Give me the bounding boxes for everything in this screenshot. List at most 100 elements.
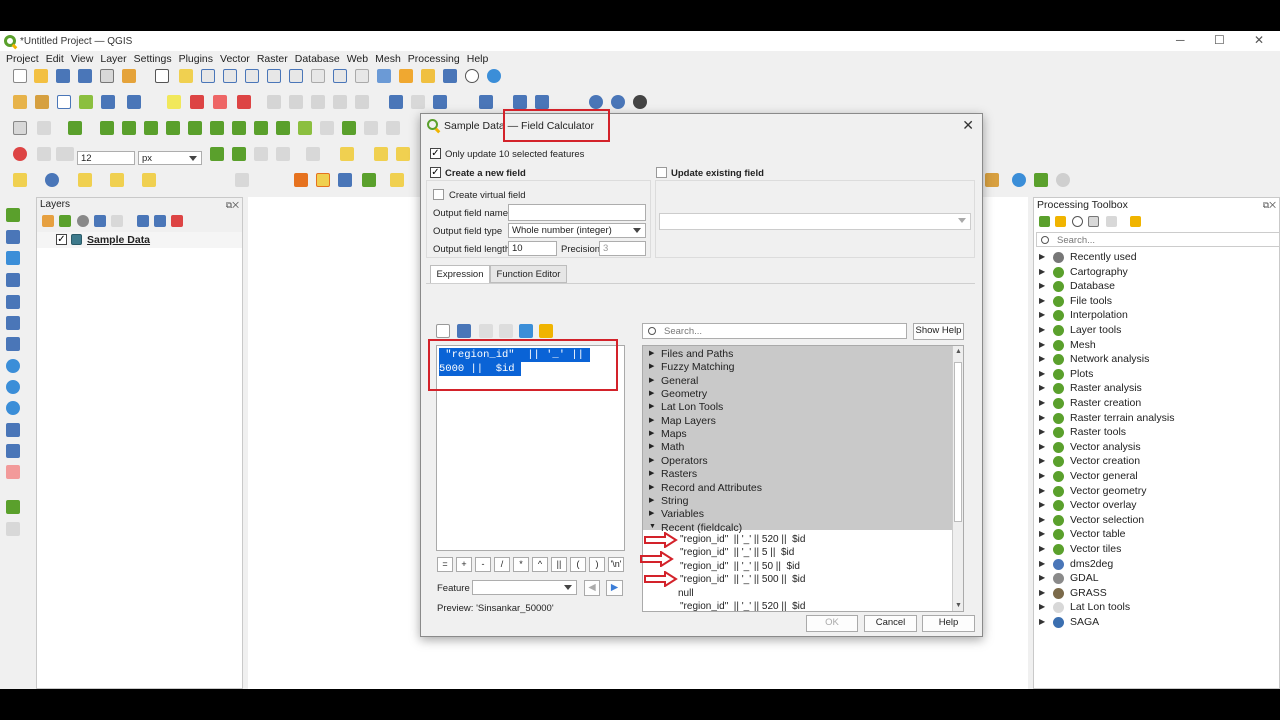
cancel-button[interactable]: Cancel	[864, 615, 917, 632]
expand-arrow-icon[interactable]: ▶	[1039, 486, 1045, 495]
expand-arrow-icon[interactable]: ▶	[1039, 559, 1045, 568]
move-feature-icon[interactable]	[100, 121, 114, 135]
label-rotate-icon[interactable]	[289, 95, 303, 109]
function-group-item[interactable]: ▶ String	[643, 495, 953, 508]
function-group-item[interactable]: ▼ Recent (fieldcalc)	[643, 522, 953, 535]
pan-icon[interactable]	[155, 69, 169, 83]
snap-avoid-icon[interactable]	[306, 147, 320, 161]
snapping-type-icon[interactable]	[56, 147, 74, 161]
filter-expression-icon[interactable]	[111, 215, 123, 227]
recent-expression-item[interactable]: "region_id" || '_' || 50 || $id	[680, 561, 800, 572]
label-icon[interactable]	[167, 95, 181, 109]
function-group-item[interactable]: ▶ Operators	[643, 455, 953, 468]
function-group-item[interactable]: ▶ Math	[643, 441, 953, 454]
recent-expression-item[interactable]: "region_id" || '_' || 520 || $id	[680, 601, 805, 611]
expand-arrow-icon[interactable]: ▶	[1039, 340, 1045, 349]
globe-icon[interactable]	[589, 95, 603, 109]
expand-arrow-icon[interactable]: ▶	[649, 496, 654, 504]
edit-pencil-icon[interactable]	[316, 173, 330, 187]
simplify-icon[interactable]	[166, 121, 180, 135]
self-snap-icon[interactable]	[254, 147, 268, 161]
menu-web[interactable]: Web	[347, 53, 368, 65]
add-arcgis-icon[interactable]	[6, 423, 20, 437]
expand-arrow-icon[interactable]: ▶	[1039, 281, 1045, 290]
recent-expression-item[interactable]: "region_id" || '_' || 520 || $id	[680, 534, 805, 545]
save-expression-icon[interactable]	[457, 324, 471, 338]
expand-arrow-icon[interactable]: ▶	[1039, 529, 1045, 538]
lock-icon[interactable]	[1034, 173, 1048, 187]
output-type-combo[interactable]: Whole number (integer)	[508, 223, 646, 238]
add-vector-layer-icon[interactable]	[6, 208, 20, 222]
edit-features-icon[interactable]	[1106, 216, 1117, 227]
vertex-tool-icon[interactable]	[68, 121, 82, 135]
filter-legend-icon[interactable]	[94, 215, 106, 227]
pan-to-selection-icon[interactable]	[179, 69, 193, 83]
expand-arrow-icon[interactable]: ▶	[649, 456, 654, 464]
add-ring-icon[interactable]	[188, 121, 202, 135]
import-expression-icon[interactable]	[519, 324, 533, 338]
function-group-item[interactable]: ▶ Geometry	[643, 388, 953, 401]
manage-visibility-icon[interactable]	[77, 215, 89, 227]
zoom-selection-icon[interactable]	[267, 69, 281, 83]
rotate-feature-icon[interactable]	[144, 121, 158, 135]
output-length-spinner[interactable]: 10	[508, 241, 557, 256]
zoom-out-icon[interactable]	[223, 69, 237, 83]
recent-expression-item[interactable]: null	[678, 588, 694, 599]
layout-manager-icon[interactable]	[122, 69, 136, 83]
maximize-button[interactable]: ☐	[1214, 33, 1225, 47]
stats-icon[interactable]	[78, 173, 92, 187]
existing-field-combo[interactable]	[659, 213, 971, 230]
offset-curve-icon[interactable]	[320, 121, 334, 135]
show-bookmarks-icon[interactable]	[443, 69, 457, 83]
edit-expression-icon[interactable]	[479, 324, 493, 338]
zoom-layer-icon[interactable]	[289, 69, 303, 83]
new-3d-view-icon[interactable]	[399, 69, 413, 83]
expand-arrow-icon[interactable]: ▶	[1039, 427, 1045, 436]
expand-arrow-icon[interactable]: ▶	[649, 416, 654, 424]
add-group-icon[interactable]	[59, 215, 71, 227]
function-group-item[interactable]: ▶ Fuzzy Matching	[643, 361, 953, 374]
create-virtual-checkbox[interactable]	[433, 189, 444, 200]
snapping-magnet-icon[interactable]	[13, 147, 27, 161]
add-wcs-icon[interactable]	[6, 380, 20, 394]
decorations-icon[interactable]	[142, 173, 156, 187]
open-project-icon[interactable]	[34, 69, 48, 83]
expand-arrow-icon[interactable]: ▶	[649, 442, 654, 450]
function-group-item[interactable]: ▶ Lat Lon Tools	[643, 401, 953, 414]
add-part-icon[interactable]	[210, 121, 224, 135]
menu-edit[interactable]: Edit	[46, 53, 64, 65]
scripts-icon[interactable]	[1055, 216, 1066, 227]
snapping-mode-icon[interactable]	[37, 147, 51, 161]
function-list[interactable]: ▶ Files and Paths ▶ Fuzzy Matching ▶ General ▶…	[642, 345, 964, 612]
add-ad-icon[interactable]	[6, 465, 20, 479]
spatial-bookmark-icon[interactable]	[421, 69, 435, 83]
minimize-button[interactable]: ─	[1176, 33, 1185, 47]
menu-plugins[interactable]: Plugins	[179, 53, 213, 65]
menu-raster[interactable]: Raster	[257, 53, 288, 65]
export-expression-icon[interactable]	[539, 324, 553, 338]
globe2-icon[interactable]	[611, 95, 625, 109]
toggle-editing-icon[interactable]	[294, 173, 308, 187]
add-spatialite-icon[interactable]	[6, 316, 20, 330]
models-icon[interactable]	[1039, 216, 1050, 227]
split-parts-icon[interactable]	[364, 121, 378, 135]
dialog-close-icon[interactable]: ✕	[962, 117, 974, 134]
remove-layer-icon[interactable]	[171, 215, 183, 227]
delete-part-icon[interactable]	[276, 121, 290, 135]
expand-arrow-icon[interactable]: ▶	[1039, 617, 1045, 626]
delete-icon[interactable]	[390, 173, 404, 187]
expand-arrow-icon[interactable]: ▶	[1039, 500, 1045, 509]
font-size-spinner[interactable]: 12	[77, 151, 135, 165]
expand-arrow-icon[interactable]: ▶	[1039, 413, 1045, 422]
expand-arrow-icon[interactable]: ▶	[649, 362, 654, 370]
label-toggle-icon[interactable]	[355, 95, 369, 109]
expand-arrow-icon[interactable]: ▶	[649, 469, 654, 477]
help-icon[interactable]	[479, 95, 493, 109]
history-icon[interactable]	[1072, 216, 1083, 227]
label-move-icon[interactable]	[267, 95, 281, 109]
function-group-item[interactable]: ▶ Files and Paths	[643, 348, 953, 361]
expand-arrow-icon[interactable]: ▶	[1039, 252, 1045, 261]
delete-ring-icon[interactable]	[254, 121, 268, 135]
function-list-scrollbar[interactable]: ▲ ▼	[952, 346, 963, 611]
georeferencer-icon[interactable]	[6, 500, 20, 514]
